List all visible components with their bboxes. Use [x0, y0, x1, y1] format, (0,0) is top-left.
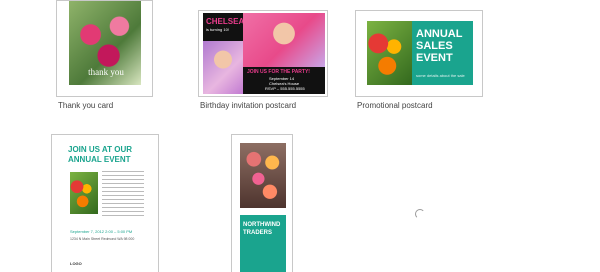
template-birthday-invitation-postcard[interactable]: CHELSEA is turning 10! JOIN US FOR THE P… — [198, 10, 328, 97]
flyer-body-text — [102, 171, 144, 217]
flyer-headline: JOIN US AT OUR ANNUAL EVENT — [68, 145, 133, 164]
flyer-image — [70, 172, 98, 214]
promotional-headline: ANNUAL SALES EVENT — [416, 28, 463, 64]
loading-spinner-icon — [415, 209, 425, 219]
northwind-headline: NORTHWIND TRADERS — [243, 222, 281, 236]
flyer-address: 1234 N Main Street Redmond WA 98 000 — [70, 237, 135, 241]
promotional-image — [367, 21, 412, 85]
template-label-thank-you-card: Thank you card — [58, 101, 114, 110]
flyer-logo: LOGO — [70, 261, 82, 266]
birthday-cta: JOIN US FOR THE PARTY! — [247, 69, 310, 75]
birthday-headline: CHELSEA — [206, 17, 243, 26]
birthday-photo-right — [243, 13, 325, 67]
template-promotional-postcard[interactable]: ANNUAL SALES EVENT some details about th… — [355, 10, 483, 97]
template-thank-you-card[interactable]: thank you — [56, 0, 153, 97]
promotional-teal-panel: ANNUAL SALES EVENT some details about th… — [412, 21, 473, 85]
promotional-fine-print: some details about the sale — [416, 73, 465, 78]
birthday-info-panel: JOIN US FOR THE PARTY! September 14 Chel… — [243, 67, 325, 94]
template-label-promotional-postcard: Promotional postcard — [357, 101, 433, 110]
template-annual-event-flyer[interactable]: JOIN US AT OUR ANNUAL EVENT September 7,… — [51, 134, 159, 272]
thank-you-card-overlay-text: thank you — [88, 67, 124, 77]
birthday-rsvp: RSVP – 555.555.5555 — [265, 86, 305, 91]
template-northwind-traders[interactable]: NORTHWIND TRADERS — [231, 134, 293, 272]
template-label-birthday-invitation-postcard: Birthday invitation postcard — [200, 101, 297, 110]
birthday-subline: is turning 10! — [206, 27, 229, 32]
flyer-date-line: September 7, 2012 2:00 – 5:00 PM — [70, 229, 133, 234]
birthday-photo-left — [203, 41, 243, 94]
northwind-teal-panel: NORTHWIND TRADERS — [240, 215, 286, 272]
northwind-image — [240, 143, 286, 208]
